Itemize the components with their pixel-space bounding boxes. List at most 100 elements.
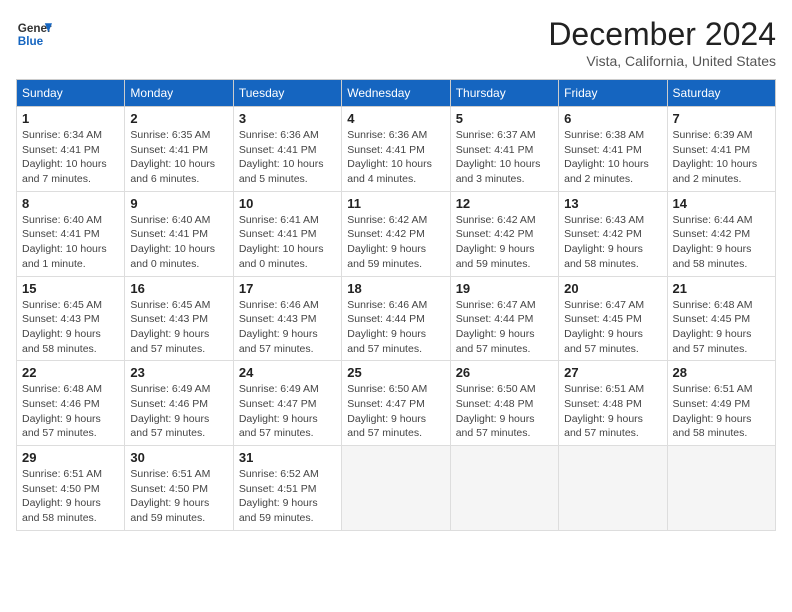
day-info: Sunrise: 6:49 AMSunset: 4:47 PMDaylight:…: [239, 383, 319, 439]
day-info: Sunrise: 6:48 AMSunset: 4:45 PMDaylight:…: [673, 299, 753, 355]
calendar-cell: 21 Sunrise: 6:48 AMSunset: 4:45 PMDaylig…: [667, 276, 775, 361]
day-number: 31: [239, 450, 336, 465]
svg-text:Blue: Blue: [18, 35, 44, 48]
day-info: Sunrise: 6:43 AMSunset: 4:42 PMDaylight:…: [564, 214, 644, 270]
calendar-cell: [450, 446, 558, 531]
day-info: Sunrise: 6:50 AMSunset: 4:47 PMDaylight:…: [347, 383, 427, 439]
day-info: Sunrise: 6:42 AMSunset: 4:42 PMDaylight:…: [347, 214, 427, 270]
day-number: 9: [130, 196, 227, 211]
day-info: Sunrise: 6:36 AMSunset: 4:41 PMDaylight:…: [347, 129, 432, 185]
day-info: Sunrise: 6:47 AMSunset: 4:44 PMDaylight:…: [456, 299, 536, 355]
day-number: 21: [673, 281, 770, 296]
day-number: 15: [22, 281, 119, 296]
day-info: Sunrise: 6:51 AMSunset: 4:48 PMDaylight:…: [564, 383, 644, 439]
day-info: Sunrise: 6:41 AMSunset: 4:41 PMDaylight:…: [239, 214, 324, 270]
day-info: Sunrise: 6:46 AMSunset: 4:44 PMDaylight:…: [347, 299, 427, 355]
day-number: 5: [456, 111, 553, 126]
day-info: Sunrise: 6:45 AMSunset: 4:43 PMDaylight:…: [130, 299, 210, 355]
calendar-week-4: 22 Sunrise: 6:48 AMSunset: 4:46 PMDaylig…: [17, 361, 776, 446]
day-number: 24: [239, 365, 336, 380]
day-info: Sunrise: 6:48 AMSunset: 4:46 PMDaylight:…: [22, 383, 102, 439]
day-number: 2: [130, 111, 227, 126]
calendar-cell: 24 Sunrise: 6:49 AMSunset: 4:47 PMDaylig…: [233, 361, 341, 446]
calendar-week-1: 1 Sunrise: 6:34 AMSunset: 4:41 PMDayligh…: [17, 107, 776, 192]
day-info: Sunrise: 6:40 AMSunset: 4:41 PMDaylight:…: [22, 214, 107, 270]
calendar-cell: 23 Sunrise: 6:49 AMSunset: 4:46 PMDaylig…: [125, 361, 233, 446]
calendar-cell: 29 Sunrise: 6:51 AMSunset: 4:50 PMDaylig…: [17, 446, 125, 531]
day-number: 4: [347, 111, 444, 126]
calendar-cell: 28 Sunrise: 6:51 AMSunset: 4:49 PMDaylig…: [667, 361, 775, 446]
day-info: Sunrise: 6:47 AMSunset: 4:45 PMDaylight:…: [564, 299, 644, 355]
day-info: Sunrise: 6:34 AMSunset: 4:41 PMDaylight:…: [22, 129, 107, 185]
day-info: Sunrise: 6:49 AMSunset: 4:46 PMDaylight:…: [130, 383, 210, 439]
day-number: 16: [130, 281, 227, 296]
calendar-header-friday: Friday: [559, 80, 667, 107]
day-number: 8: [22, 196, 119, 211]
calendar-cell: 4 Sunrise: 6:36 AMSunset: 4:41 PMDayligh…: [342, 107, 450, 192]
day-number: 27: [564, 365, 661, 380]
day-number: 11: [347, 196, 444, 211]
day-number: 20: [564, 281, 661, 296]
day-info: Sunrise: 6:52 AMSunset: 4:51 PMDaylight:…: [239, 468, 319, 524]
calendar-header-row: SundayMondayTuesdayWednesdayThursdayFrid…: [17, 80, 776, 107]
calendar-cell: [342, 446, 450, 531]
calendar-cell: [559, 446, 667, 531]
calendar-cell: 22 Sunrise: 6:48 AMSunset: 4:46 PMDaylig…: [17, 361, 125, 446]
calendar-cell: 17 Sunrise: 6:46 AMSunset: 4:43 PMDaylig…: [233, 276, 341, 361]
day-info: Sunrise: 6:42 AMSunset: 4:42 PMDaylight:…: [456, 214, 536, 270]
day-number: 17: [239, 281, 336, 296]
calendar-cell: 12 Sunrise: 6:42 AMSunset: 4:42 PMDaylig…: [450, 191, 558, 276]
page-header: General Blue December 2024 Vista, Califo…: [16, 16, 776, 69]
calendar-cell: 27 Sunrise: 6:51 AMSunset: 4:48 PMDaylig…: [559, 361, 667, 446]
calendar-cell: 19 Sunrise: 6:47 AMSunset: 4:44 PMDaylig…: [450, 276, 558, 361]
calendar-cell: 7 Sunrise: 6:39 AMSunset: 4:41 PMDayligh…: [667, 107, 775, 192]
day-info: Sunrise: 6:35 AMSunset: 4:41 PMDaylight:…: [130, 129, 215, 185]
calendar-header-tuesday: Tuesday: [233, 80, 341, 107]
calendar-cell: 15 Sunrise: 6:45 AMSunset: 4:43 PMDaylig…: [17, 276, 125, 361]
day-number: 3: [239, 111, 336, 126]
calendar-cell: 20 Sunrise: 6:47 AMSunset: 4:45 PMDaylig…: [559, 276, 667, 361]
day-number: 7: [673, 111, 770, 126]
day-number: 30: [130, 450, 227, 465]
day-info: Sunrise: 6:46 AMSunset: 4:43 PMDaylight:…: [239, 299, 319, 355]
calendar-header-wednesday: Wednesday: [342, 80, 450, 107]
calendar-week-3: 15 Sunrise: 6:45 AMSunset: 4:43 PMDaylig…: [17, 276, 776, 361]
calendar-table: SundayMondayTuesdayWednesdayThursdayFrid…: [16, 79, 776, 531]
logo-icon: General Blue: [16, 16, 52, 52]
day-info: Sunrise: 6:38 AMSunset: 4:41 PMDaylight:…: [564, 129, 649, 185]
month-year: December 2024: [548, 16, 776, 53]
day-info: Sunrise: 6:51 AMSunset: 4:50 PMDaylight:…: [130, 468, 210, 524]
day-number: 14: [673, 196, 770, 211]
calendar-cell: [667, 446, 775, 531]
day-info: Sunrise: 6:36 AMSunset: 4:41 PMDaylight:…: [239, 129, 324, 185]
day-number: 29: [22, 450, 119, 465]
day-info: Sunrise: 6:39 AMSunset: 4:41 PMDaylight:…: [673, 129, 758, 185]
day-number: 12: [456, 196, 553, 211]
title-block: December 2024 Vista, California, United …: [548, 16, 776, 69]
day-number: 19: [456, 281, 553, 296]
calendar-cell: 26 Sunrise: 6:50 AMSunset: 4:48 PMDaylig…: [450, 361, 558, 446]
calendar-cell: 5 Sunrise: 6:37 AMSunset: 4:41 PMDayligh…: [450, 107, 558, 192]
location: Vista, California, United States: [548, 53, 776, 69]
day-info: Sunrise: 6:44 AMSunset: 4:42 PMDaylight:…: [673, 214, 753, 270]
calendar-header-thursday: Thursday: [450, 80, 558, 107]
day-number: 28: [673, 365, 770, 380]
calendar-cell: 14 Sunrise: 6:44 AMSunset: 4:42 PMDaylig…: [667, 191, 775, 276]
day-number: 22: [22, 365, 119, 380]
calendar-cell: 31 Sunrise: 6:52 AMSunset: 4:51 PMDaylig…: [233, 446, 341, 531]
calendar-cell: 3 Sunrise: 6:36 AMSunset: 4:41 PMDayligh…: [233, 107, 341, 192]
day-number: 25: [347, 365, 444, 380]
calendar-cell: 13 Sunrise: 6:43 AMSunset: 4:42 PMDaylig…: [559, 191, 667, 276]
day-info: Sunrise: 6:51 AMSunset: 4:49 PMDaylight:…: [673, 383, 753, 439]
day-number: 18: [347, 281, 444, 296]
day-number: 23: [130, 365, 227, 380]
calendar-cell: 1 Sunrise: 6:34 AMSunset: 4:41 PMDayligh…: [17, 107, 125, 192]
calendar-week-5: 29 Sunrise: 6:51 AMSunset: 4:50 PMDaylig…: [17, 446, 776, 531]
day-info: Sunrise: 6:51 AMSunset: 4:50 PMDaylight:…: [22, 468, 102, 524]
day-number: 13: [564, 196, 661, 211]
calendar-cell: 16 Sunrise: 6:45 AMSunset: 4:43 PMDaylig…: [125, 276, 233, 361]
calendar-week-2: 8 Sunrise: 6:40 AMSunset: 4:41 PMDayligh…: [17, 191, 776, 276]
calendar-cell: 2 Sunrise: 6:35 AMSunset: 4:41 PMDayligh…: [125, 107, 233, 192]
calendar-header-monday: Monday: [125, 80, 233, 107]
calendar-cell: 11 Sunrise: 6:42 AMSunset: 4:42 PMDaylig…: [342, 191, 450, 276]
